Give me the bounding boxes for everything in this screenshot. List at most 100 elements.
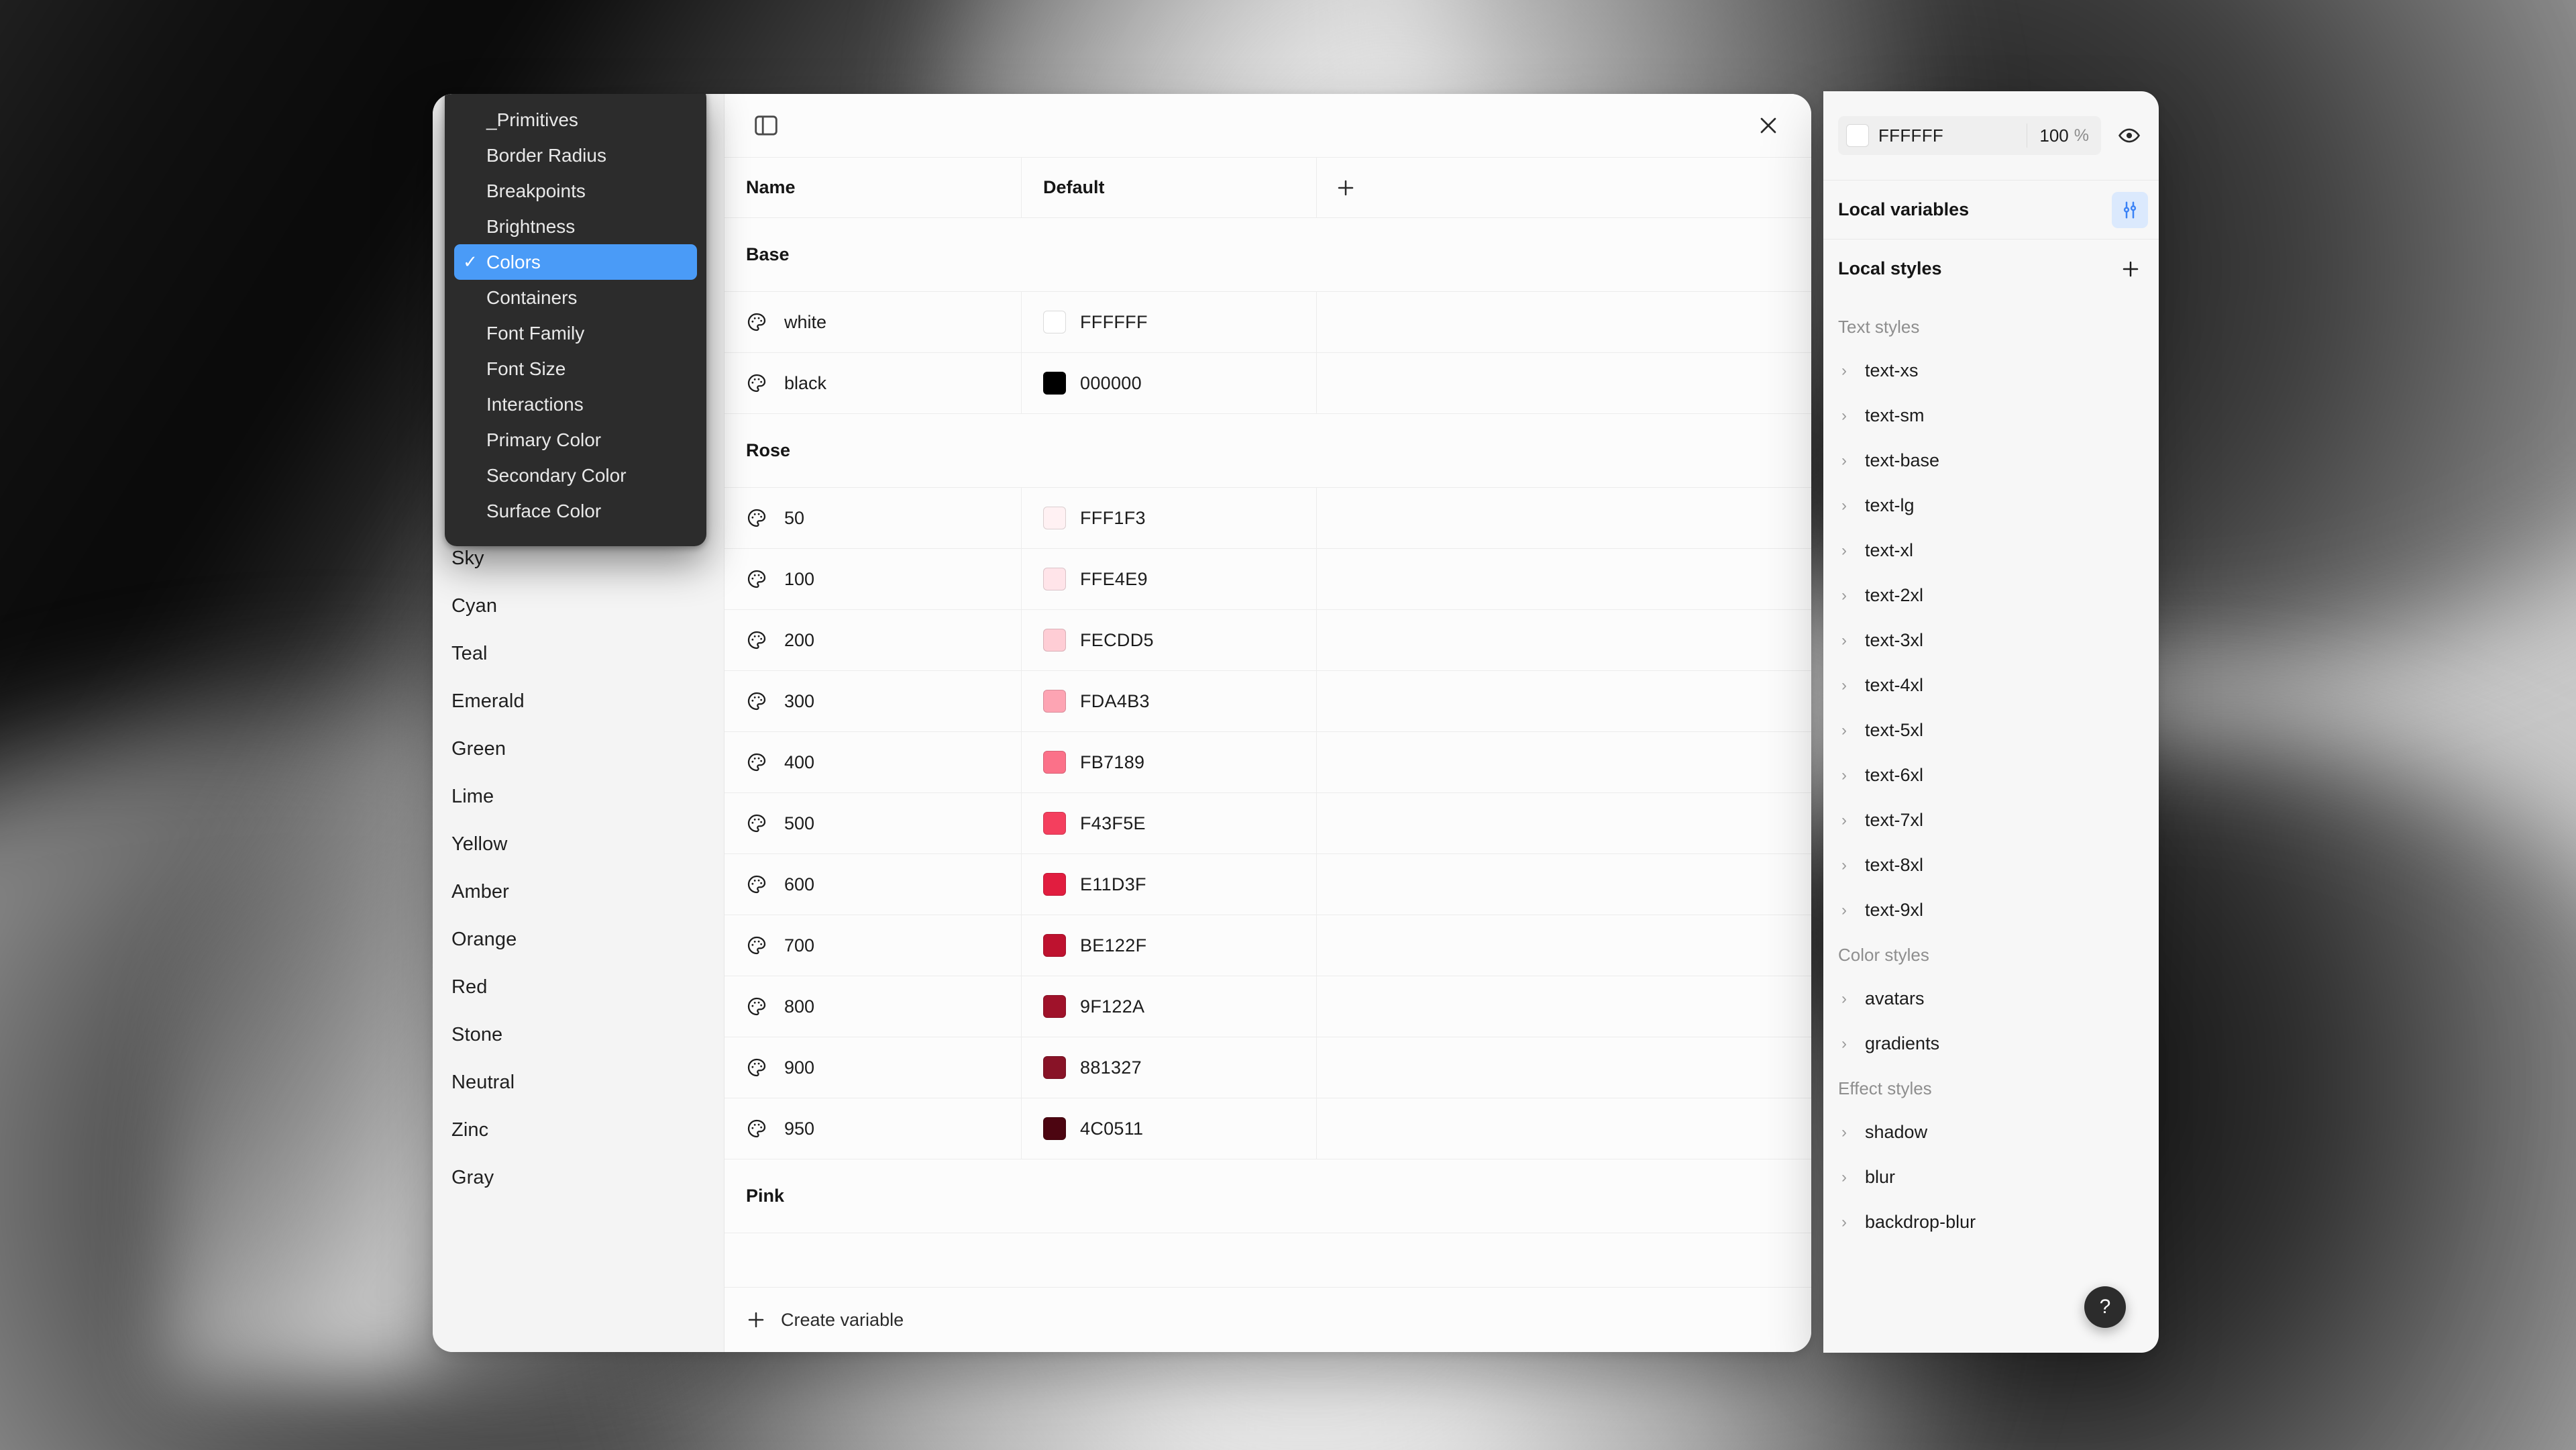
- variable-value-cell[interactable]: 4C0511: [1022, 1098, 1317, 1159]
- variable-name-cell[interactable]: 700: [724, 915, 1022, 976]
- variable-value-cell[interactable]: FFFFFF: [1022, 292, 1317, 352]
- variable-value-cell[interactable]: E11D3F: [1022, 854, 1317, 915]
- color-swatch[interactable]: [1043, 629, 1066, 652]
- variable-extra-cell[interactable]: [1317, 793, 1811, 853]
- visibility-eye-icon[interactable]: [2110, 117, 2148, 154]
- variable-value-cell[interactable]: 000000: [1022, 353, 1317, 413]
- table-row[interactable]: 400 FB7189: [724, 732, 1811, 793]
- sidebar-group-neutral[interactable]: Neutral: [433, 1059, 724, 1106]
- style-item-gradients[interactable]: › gradients: [1823, 1021, 2159, 1066]
- close-icon[interactable]: [1750, 107, 1787, 144]
- table-row[interactable]: black 000000: [724, 353, 1811, 414]
- variable-extra-cell[interactable]: [1317, 353, 1811, 413]
- variable-value-cell[interactable]: FFE4E9: [1022, 549, 1317, 609]
- style-item-text-4xl[interactable]: › text-4xl: [1823, 663, 2159, 708]
- add-mode-column-button[interactable]: [1317, 158, 1811, 217]
- variable-name-cell[interactable]: 500: [724, 793, 1022, 853]
- sidebar-group-green[interactable]: Green: [433, 725, 724, 773]
- sidebar-group-stone[interactable]: Stone: [433, 1011, 724, 1059]
- variable-name-cell[interactable]: 600: [724, 854, 1022, 915]
- style-item-avatars[interactable]: › avatars: [1823, 976, 2159, 1021]
- dropdown-item-secondary-color[interactable]: ✓Secondary Color: [445, 458, 706, 493]
- variable-value-cell[interactable]: FDA4B3: [1022, 671, 1317, 731]
- table-row[interactable]: 200 FECDD5: [724, 610, 1811, 671]
- toggle-sidebar-icon[interactable]: [747, 107, 785, 144]
- dropdown-item-primary-color[interactable]: ✓Primary Color: [445, 422, 706, 458]
- style-item-text-sm[interactable]: › text-sm: [1823, 393, 2159, 438]
- dropdown-item-border-radius[interactable]: ✓Border Radius: [445, 138, 706, 173]
- sidebar-group-zinc[interactable]: Zinc: [433, 1106, 724, 1154]
- table-row[interactable]: 800 9F122A: [724, 976, 1811, 1037]
- variable-extra-cell[interactable]: [1317, 488, 1811, 548]
- dropdown-item-containers[interactable]: ✓Containers: [445, 280, 706, 315]
- sidebar-group-gray[interactable]: Gray: [433, 1154, 724, 1202]
- color-swatch[interactable]: [1043, 690, 1066, 713]
- variable-name-cell[interactable]: 400: [724, 732, 1022, 792]
- fill-swatch[interactable]: [1846, 124, 1869, 147]
- sidebar-group-cyan[interactable]: Cyan: [433, 582, 724, 630]
- sidebar-group-teal[interactable]: Teal: [433, 630, 724, 678]
- dropdown-item-font-size[interactable]: ✓Font Size: [445, 351, 706, 386]
- fill-color-field[interactable]: FFFFFF 100 %: [1838, 116, 2101, 155]
- variable-extra-cell[interactable]: [1317, 549, 1811, 609]
- table-row[interactable]: 600 E11D3F: [724, 854, 1811, 915]
- color-swatch[interactable]: [1043, 1056, 1066, 1079]
- column-header-default[interactable]: Default: [1022, 158, 1317, 217]
- variable-value-cell[interactable]: FECDD5: [1022, 610, 1317, 670]
- fill-hex-value[interactable]: FFFFFF: [1878, 125, 2027, 146]
- variable-extra-cell[interactable]: [1317, 1098, 1811, 1159]
- create-variable-button[interactable]: Create variable: [724, 1287, 1811, 1352]
- variable-extra-cell[interactable]: [1317, 732, 1811, 792]
- dropdown-item-breakpoints[interactable]: ✓Breakpoints: [445, 173, 706, 209]
- variable-name-cell[interactable]: 300: [724, 671, 1022, 731]
- open-variables-icon[interactable]: [2112, 191, 2148, 228]
- styles-list[interactable]: Text styles › text-xs › text-sm › text-base › te…: [1823, 298, 2159, 1353]
- variable-value-cell[interactable]: FB7189: [1022, 732, 1317, 792]
- collection-dropdown-menu[interactable]: ✓_Primitives✓Border Radius✓Breakpoints✓B…: [445, 94, 706, 546]
- variable-name-cell[interactable]: 200: [724, 610, 1022, 670]
- variable-extra-cell[interactable]: [1317, 854, 1811, 915]
- style-item-text-base[interactable]: › text-base: [1823, 438, 2159, 483]
- dropdown-item-primitives[interactable]: ✓_Primitives: [445, 102, 706, 138]
- color-swatch[interactable]: [1043, 873, 1066, 896]
- style-item-text-xl[interactable]: › text-xl: [1823, 528, 2159, 573]
- column-header-name[interactable]: Name: [724, 158, 1022, 217]
- style-item-text-5xl[interactable]: › text-5xl: [1823, 708, 2159, 753]
- variable-value-cell[interactable]: BE122F: [1022, 915, 1317, 976]
- dropdown-item-font-family[interactable]: ✓Font Family: [445, 315, 706, 351]
- local-styles-row[interactable]: Local styles: [1823, 239, 2159, 298]
- style-item-text-7xl[interactable]: › text-7xl: [1823, 798, 2159, 843]
- style-item-text-3xl[interactable]: › text-3xl: [1823, 618, 2159, 663]
- sidebar-group-amber[interactable]: Amber: [433, 868, 724, 916]
- help-button[interactable]: ?: [2084, 1286, 2126, 1328]
- table-row[interactable]: 700 BE122F: [724, 915, 1811, 976]
- style-item-text-xs[interactable]: › text-xs: [1823, 348, 2159, 393]
- variable-extra-cell[interactable]: [1317, 976, 1811, 1037]
- table-row[interactable]: 900 881327: [724, 1037, 1811, 1098]
- variable-extra-cell[interactable]: [1317, 915, 1811, 976]
- color-swatch[interactable]: [1043, 372, 1066, 395]
- variable-extra-cell[interactable]: [1317, 1037, 1811, 1098]
- table-row[interactable]: 500 F43F5E: [724, 793, 1811, 854]
- style-item-text-8xl[interactable]: › text-8xl: [1823, 843, 2159, 888]
- style-item-text-9xl[interactable]: › text-9xl: [1823, 888, 2159, 933]
- color-swatch[interactable]: [1043, 812, 1066, 835]
- variable-value-cell[interactable]: F43F5E: [1022, 793, 1317, 853]
- variable-value-cell[interactable]: FFF1F3: [1022, 488, 1317, 548]
- style-item-text-lg[interactable]: › text-lg: [1823, 483, 2159, 528]
- variable-name-cell[interactable]: black: [724, 353, 1022, 413]
- sidebar-group-yellow[interactable]: Yellow: [433, 821, 724, 868]
- style-item-text-2xl[interactable]: › text-2xl: [1823, 573, 2159, 618]
- color-swatch[interactable]: [1043, 311, 1066, 333]
- color-swatch[interactable]: [1043, 1117, 1066, 1140]
- variable-name-cell[interactable]: white: [724, 292, 1022, 352]
- sidebar-group-orange[interactable]: Orange: [433, 916, 724, 964]
- color-swatch[interactable]: [1043, 751, 1066, 774]
- variable-name-cell[interactable]: 100: [724, 549, 1022, 609]
- variable-name-cell[interactable]: 800: [724, 976, 1022, 1037]
- fill-opacity-value[interactable]: 100: [2027, 125, 2074, 146]
- dropdown-item-colors[interactable]: ✓ Colors: [454, 244, 697, 280]
- color-swatch[interactable]: [1043, 568, 1066, 590]
- style-item-shadow[interactable]: › shadow: [1823, 1110, 2159, 1155]
- add-style-icon[interactable]: [2113, 252, 2148, 287]
